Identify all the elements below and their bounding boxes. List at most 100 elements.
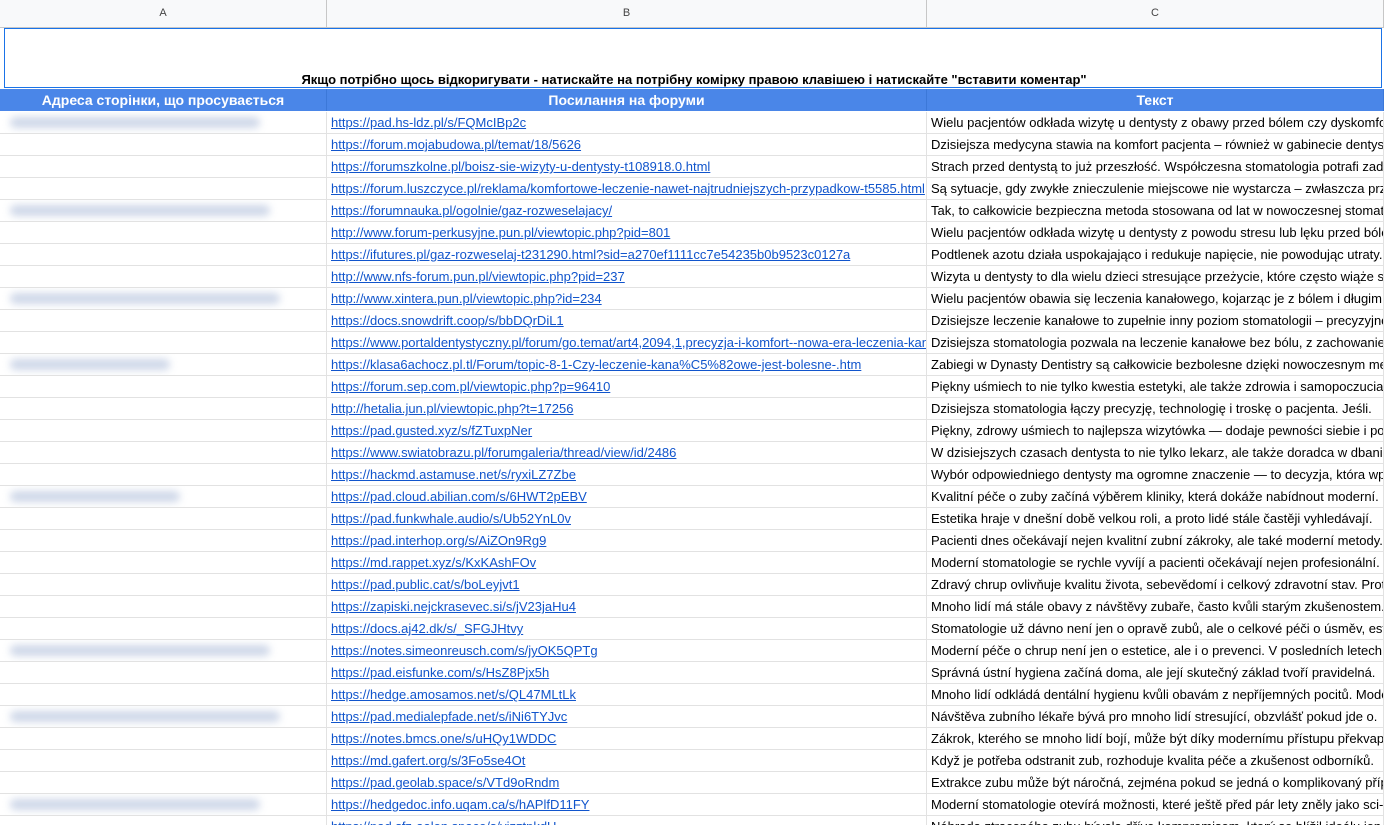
cell-promoted-page[interactable] bbox=[0, 728, 327, 749]
cell-text[interactable]: Mnoho lidí odkládá dentální hygienu kvůl… bbox=[927, 684, 1384, 705]
forum-link[interactable]: https://hedgedoc.info.uqam.ca/s/hAPlfD11… bbox=[331, 797, 589, 812]
cell-promoted-page[interactable] bbox=[0, 772, 327, 793]
forum-link[interactable]: https://zapiski.nejckrasevec.si/s/jV23ja… bbox=[331, 599, 576, 614]
cell-text[interactable]: Strach przed dentystą to już przeszłość.… bbox=[927, 156, 1384, 177]
cell-text[interactable]: Dzisiejsza stomatologia łączy precyzję, … bbox=[927, 398, 1384, 419]
cell-text[interactable]: Zdravý chrup ovlivňuje kvalitu života, s… bbox=[927, 574, 1384, 595]
cell-promoted-page[interactable] bbox=[0, 134, 327, 155]
forum-link[interactable]: https://notes.bmcs.one/s/uHQy1WDDC bbox=[331, 731, 556, 746]
cell-text[interactable]: Náhrada ztraceného zubu bývala dříve kom… bbox=[927, 816, 1384, 825]
cell-promoted-page[interactable] bbox=[0, 376, 327, 397]
cell-text[interactable]: Wielu pacjentów odkłada wizytę u dentyst… bbox=[927, 112, 1384, 133]
cell-text[interactable]: Wybór odpowiedniego dentysty ma ogromne … bbox=[927, 464, 1384, 485]
cell-promoted-page[interactable] bbox=[0, 266, 327, 287]
cell-text[interactable]: Estetika hraje v dnešní době velkou roli… bbox=[927, 508, 1384, 529]
cell-promoted-page[interactable] bbox=[0, 706, 327, 727]
forum-link[interactable]: https://pad.medialepfade.net/s/iNi6TYJvc bbox=[331, 709, 567, 724]
cell-promoted-page[interactable] bbox=[0, 112, 327, 133]
forum-link[interactable]: https://pad.sfz-aalen.space/s/vizztpkdU bbox=[331, 819, 556, 825]
cell-text[interactable]: Moderní stomatologie se rychle vyvíjí a … bbox=[927, 552, 1384, 573]
cell-promoted-page[interactable] bbox=[0, 354, 327, 375]
column-header-b[interactable]: B bbox=[327, 0, 927, 27]
forum-link[interactable]: https://forum.sep.com.pl/viewtopic.php?p… bbox=[331, 379, 610, 394]
header-promoted-page[interactable]: Адреса сторінки, що просувається bbox=[0, 89, 327, 111]
cell-promoted-page[interactable] bbox=[0, 310, 327, 331]
forum-link[interactable]: https://pad.public.cat/s/boLeyjvt1 bbox=[331, 577, 520, 592]
cell-text[interactable]: Są sytuacje, gdy zwykłe znieczulenie mie… bbox=[927, 178, 1384, 199]
cell-text[interactable]: Podtlenek azotu działa uspokajająco i re… bbox=[927, 244, 1384, 265]
cell-promoted-page[interactable] bbox=[0, 178, 327, 199]
cell-promoted-page[interactable] bbox=[0, 486, 327, 507]
cell-promoted-page[interactable] bbox=[0, 288, 327, 309]
cell-text[interactable]: Zabiegi w Dynasty Dentistry są całkowici… bbox=[927, 354, 1384, 375]
cell-promoted-page[interactable] bbox=[0, 552, 327, 573]
forum-link[interactable]: https://hackmd.astamuse.net/s/ryxiLZ7Zbe bbox=[331, 467, 576, 482]
cell-text[interactable]: Wizyta u dentysty to dla wielu dzieci st… bbox=[927, 266, 1384, 287]
cell-promoted-page[interactable] bbox=[0, 244, 327, 265]
forum-link[interactable]: https://hedge.amosamos.net/s/QL47MLtLk bbox=[331, 687, 576, 702]
cell-text[interactable]: Pacienti dnes očekávají nejen kvalitní z… bbox=[927, 530, 1384, 551]
forum-link[interactable]: http://www.xintera.pun.pl/viewtopic.php?… bbox=[331, 291, 602, 306]
cell-promoted-page[interactable] bbox=[0, 794, 327, 815]
cell-text[interactable]: Když je potřeba odstranit zub, rozhoduje… bbox=[927, 750, 1384, 771]
column-header-c[interactable]: C bbox=[927, 0, 1384, 27]
forum-link[interactable]: https://www.swiatobrazu.pl/forumgaleria/… bbox=[331, 445, 676, 460]
forum-link[interactable]: https://md.gafert.org/s/3Fo5se4Ot bbox=[331, 753, 525, 768]
forum-link[interactable]: https://forumszkolne.pl/boisz-sie-wizyty… bbox=[331, 159, 710, 174]
forum-link[interactable]: https://pad.cloud.abilian.com/s/6HWT2pEB… bbox=[331, 489, 587, 504]
cell-text[interactable]: Wielu pacjentów obawia się leczenia kana… bbox=[927, 288, 1384, 309]
instruction-note-row[interactable]: Якщо потрібно щось відкоригувати - натис… bbox=[0, 28, 1384, 90]
forum-link[interactable]: https://www.portaldentystyczny.pl/forum/… bbox=[331, 335, 926, 350]
forum-link[interactable]: https://forum.mojabudowa.pl/temat/18/562… bbox=[331, 137, 581, 152]
header-text[interactable]: Текст bbox=[927, 89, 1384, 111]
forum-link[interactable]: https://klasa6achocz.pl.tl/Forum/topic-8… bbox=[331, 357, 861, 372]
cell-text[interactable]: Piękny, zdrowy uśmiech to najlepsza wizy… bbox=[927, 420, 1384, 441]
forum-link[interactable]: https://forumnauka.pl/ogolnie/gaz-rozwes… bbox=[331, 203, 612, 218]
cell-text[interactable]: Zákrok, kterého se mnoho lidí bojí, může… bbox=[927, 728, 1384, 749]
forum-link[interactable]: http://hetalia.jun.pl/viewtopic.php?t=17… bbox=[331, 401, 573, 416]
cell-promoted-page[interactable] bbox=[0, 662, 327, 683]
forum-link[interactable]: https://docs.aj42.dk/s/_SFGJHtvy bbox=[331, 621, 523, 636]
forum-link[interactable]: https://pad.geolab.space/s/VTd9oRndm bbox=[331, 775, 559, 790]
cell-promoted-page[interactable] bbox=[0, 530, 327, 551]
cell-promoted-page[interactable] bbox=[0, 618, 327, 639]
column-header-a[interactable]: A bbox=[0, 0, 327, 27]
cell-text[interactable]: Kvalitní péče o zuby začíná výběrem klin… bbox=[927, 486, 1384, 507]
cell-text[interactable]: Stomatologie už dávno není jen o opravě … bbox=[927, 618, 1384, 639]
header-forum-links[interactable]: Посилання на форуми bbox=[327, 89, 927, 111]
cell-text[interactable]: W dzisiejszych czasach dentysta to nie t… bbox=[927, 442, 1384, 463]
forum-link[interactable]: http://www.forum-perkusyjne.pun.pl/viewt… bbox=[331, 225, 670, 240]
forum-link[interactable]: https://md.rappet.xyz/s/KxKAshFOv bbox=[331, 555, 536, 570]
forum-link[interactable]: https://pad.gusted.xyz/s/fZTuxpNer bbox=[331, 423, 532, 438]
forum-link[interactable]: https://forum.luszczyce.pl/reklama/komfo… bbox=[331, 181, 925, 196]
cell-text[interactable]: Moderní stomatologie otevírá možnosti, k… bbox=[927, 794, 1384, 815]
forum-link[interactable]: https://notes.simeonreusch.com/s/jyOK5QP… bbox=[331, 643, 598, 658]
cell-text[interactable]: Moderní péče o chrup není jen o estetice… bbox=[927, 640, 1384, 661]
forum-link[interactable]: http://www.nfs-forum.pun.pl/viewtopic.ph… bbox=[331, 269, 625, 284]
cell-promoted-page[interactable] bbox=[0, 332, 327, 353]
cell-promoted-page[interactable] bbox=[0, 508, 327, 529]
cell-promoted-page[interactable] bbox=[0, 200, 327, 221]
forum-link[interactable]: https://ifutures.pl/gaz-rozweselaj-t2312… bbox=[331, 247, 850, 262]
cell-promoted-page[interactable] bbox=[0, 442, 327, 463]
cell-text[interactable]: Správná ústní hygiena začíná doma, ale j… bbox=[927, 662, 1384, 683]
forum-link[interactable]: https://pad.hs-ldz.pl/s/FQMcIBp2c bbox=[331, 115, 526, 130]
forum-link[interactable]: https://pad.interhop.org/s/AiZOn9Rg9 bbox=[331, 533, 546, 548]
cell-text[interactable]: Dzisiejsza stomatologia pozwala na lecze… bbox=[927, 332, 1384, 353]
forum-link[interactable]: https://pad.funkwhale.audio/s/Ub52YnL0v bbox=[331, 511, 571, 526]
cell-text[interactable]: Dzisiejsze leczenie kanałowe to zupełnie… bbox=[927, 310, 1384, 331]
cell-promoted-page[interactable] bbox=[0, 574, 327, 595]
cell-promoted-page[interactable] bbox=[0, 222, 327, 243]
cell-promoted-page[interactable] bbox=[0, 156, 327, 177]
cell-text[interactable]: Extrakce zubu může být náročná, zejména … bbox=[927, 772, 1384, 793]
cell-promoted-page[interactable] bbox=[0, 640, 327, 661]
cell-promoted-page[interactable] bbox=[0, 684, 327, 705]
cell-text[interactable]: Tak, to całkowicie bezpieczna metoda sto… bbox=[927, 200, 1384, 221]
forum-link[interactable]: https://docs.snowdrift.coop/s/bbDQrDiL1 bbox=[331, 313, 564, 328]
cell-text[interactable]: Piękny uśmiech to nie tylko kwestia este… bbox=[927, 376, 1384, 397]
cell-text[interactable]: Mnoho lidí má stále obavy z návštěvy zub… bbox=[927, 596, 1384, 617]
cell-promoted-page[interactable] bbox=[0, 420, 327, 441]
forum-link[interactable]: https://pad.eisfunke.com/s/HsZ8Pjx5h bbox=[331, 665, 549, 680]
cell-text[interactable]: Návštěva zubního lékaře bývá pro mnoho l… bbox=[927, 706, 1384, 727]
cell-promoted-page[interactable] bbox=[0, 464, 327, 485]
